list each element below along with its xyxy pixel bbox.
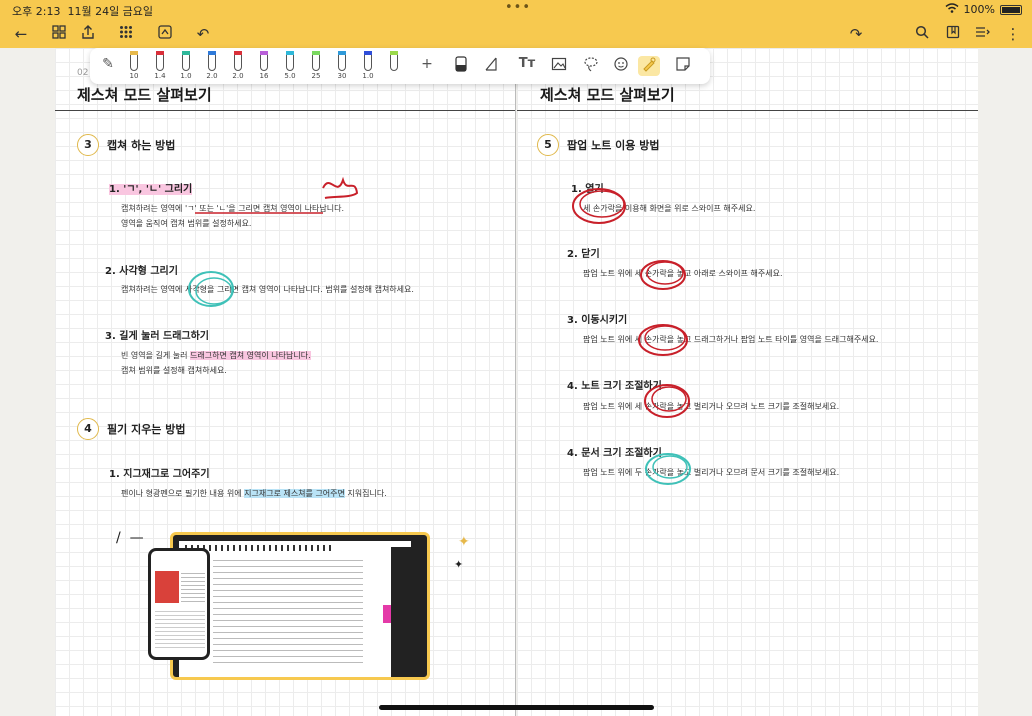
pen-size-label: 1.0 xyxy=(180,72,192,80)
lasso-eraser-icon[interactable] xyxy=(480,56,502,76)
search-icon[interactable] xyxy=(911,24,933,44)
right-page[interactable]: 제스쳐 모드 살펴보기 5 팝업 노트 이용 방법 1. 열기 세 손가락을 이… xyxy=(517,48,978,716)
pen-size-label: 10 xyxy=(129,72,139,80)
pen-color-swatch xyxy=(364,51,372,55)
ink-annotations xyxy=(188,176,359,307)
gesture-mode-icon[interactable] xyxy=(154,24,176,44)
pen-size-label: 25 xyxy=(311,72,321,80)
pen-color-swatch xyxy=(338,51,346,55)
pen-toolbar: ✎ 10 1.4 1.0 2.0 2.0 16 5.0 25 30 1.0 + Tт xyxy=(90,48,710,84)
pen-color-swatch xyxy=(156,51,164,55)
pencil-tool[interactable]: ✎ xyxy=(96,48,120,84)
sparkle-icon: ✦ xyxy=(458,534,470,550)
text-tool-icon[interactable]: Tт xyxy=(516,56,538,76)
status-right: 100% xyxy=(945,3,1022,16)
pen-color-swatch xyxy=(208,51,216,55)
left-page[interactable]: 02 제스쳐 모드 살펴보기 3 캡쳐 하는 방법 1. 'ㄱ', 'ㄴ' 그리… xyxy=(55,48,516,716)
sparkle-icon: ✦ xyxy=(454,558,464,571)
pen-size-label: 5.0 xyxy=(284,72,296,80)
pen-tool[interactable]: 10 xyxy=(122,48,146,84)
lasso-icon[interactable] xyxy=(580,56,602,76)
ink-red-circle xyxy=(579,190,625,218)
gesture-tool-icon[interactable] xyxy=(638,56,660,76)
apps-icon[interactable] xyxy=(115,24,137,44)
add-pen-icon[interactable]: + xyxy=(416,56,438,76)
pen-color-swatch xyxy=(130,51,138,55)
pen-tool[interactable]: 2.0 xyxy=(226,48,250,84)
pen-color-swatch xyxy=(260,51,268,55)
home-indicator[interactable] xyxy=(379,705,654,710)
more-icon[interactable]: ⋮ xyxy=(1002,24,1024,44)
pen-tool[interactable]: 2.0 xyxy=(200,48,224,84)
pen-color-swatch xyxy=(234,51,242,55)
pen-size-label: 1.0 xyxy=(362,72,374,80)
pen-color-swatch xyxy=(312,51,320,55)
image-icon[interactable] xyxy=(548,56,570,76)
pen-tool[interactable]: 1.0 xyxy=(174,48,198,84)
ink-teal-circle xyxy=(652,455,688,479)
pen-size-label: 1.4 xyxy=(154,72,166,80)
pen-tool[interactable]: 30 xyxy=(330,48,354,84)
status-bar: 오후 2:13 11월 24일 금요일 ••• 100% xyxy=(0,0,1032,20)
wifi-icon xyxy=(945,3,959,16)
pen-tool[interactable]: 1.0 xyxy=(356,48,380,84)
ink-scribble xyxy=(322,176,359,199)
ink-red-circle xyxy=(651,386,687,412)
pen-color-swatch xyxy=(182,51,190,55)
pen-tool[interactable]: 16 xyxy=(252,48,276,84)
layout-icon[interactable] xyxy=(972,24,994,44)
item-title: 1. 지그재그로 그어주기 xyxy=(109,469,210,480)
pen-color-swatch xyxy=(390,51,398,55)
battery-icon xyxy=(1000,4,1022,15)
app-toolbar: ← ↶ ↷ ⋮ xyxy=(0,20,1032,48)
body-line: 펜이나 형광펜으로 필기한 내용 위에 지그재그로 제스쳐를 그어주면 지워집니… xyxy=(121,489,387,498)
sticker-icon[interactable] xyxy=(610,56,632,76)
pen-size-label: 30 xyxy=(337,72,347,80)
undo-icon[interactable]: ↶ xyxy=(192,24,214,44)
pen-tool[interactable]: 1.4 xyxy=(148,48,172,84)
pen-tool[interactable]: 25 xyxy=(304,48,328,84)
pen-size-label: 2.0 xyxy=(206,72,218,80)
share-icon[interactable] xyxy=(77,24,99,44)
sticky-note-icon[interactable] xyxy=(672,56,694,76)
redo-icon[interactable]: ↷ xyxy=(845,24,867,44)
status-time: 오후 2:13 11월 24일 금요일 xyxy=(12,5,154,18)
pen-tool[interactable]: 5.0 xyxy=(278,48,302,84)
back-arrow-icon[interactable]: ← xyxy=(10,24,32,44)
ink-teal-circle xyxy=(195,277,233,305)
pen-tool[interactable] xyxy=(382,48,406,84)
motion-lines-icon: / — xyxy=(116,530,144,546)
eraser-icon[interactable] xyxy=(450,56,472,76)
ink-red-circle xyxy=(644,325,686,351)
bookmark-icon[interactable] xyxy=(942,24,964,44)
grid-view-icon[interactable] xyxy=(48,24,70,44)
phone-illustration xyxy=(148,548,210,660)
multitask-dots[interactable]: ••• xyxy=(505,0,531,15)
illustration: ✦ ✦ / — xyxy=(110,518,490,708)
pen-size-label: 2.0 xyxy=(232,72,244,80)
ink-red-circle xyxy=(646,261,684,285)
pen-size-label: 16 xyxy=(259,72,269,80)
pencil-icon: ✎ xyxy=(102,56,114,72)
pen-color-swatch xyxy=(286,51,294,55)
ink-annotations xyxy=(572,188,691,485)
battery-percent: 100% xyxy=(963,3,995,16)
